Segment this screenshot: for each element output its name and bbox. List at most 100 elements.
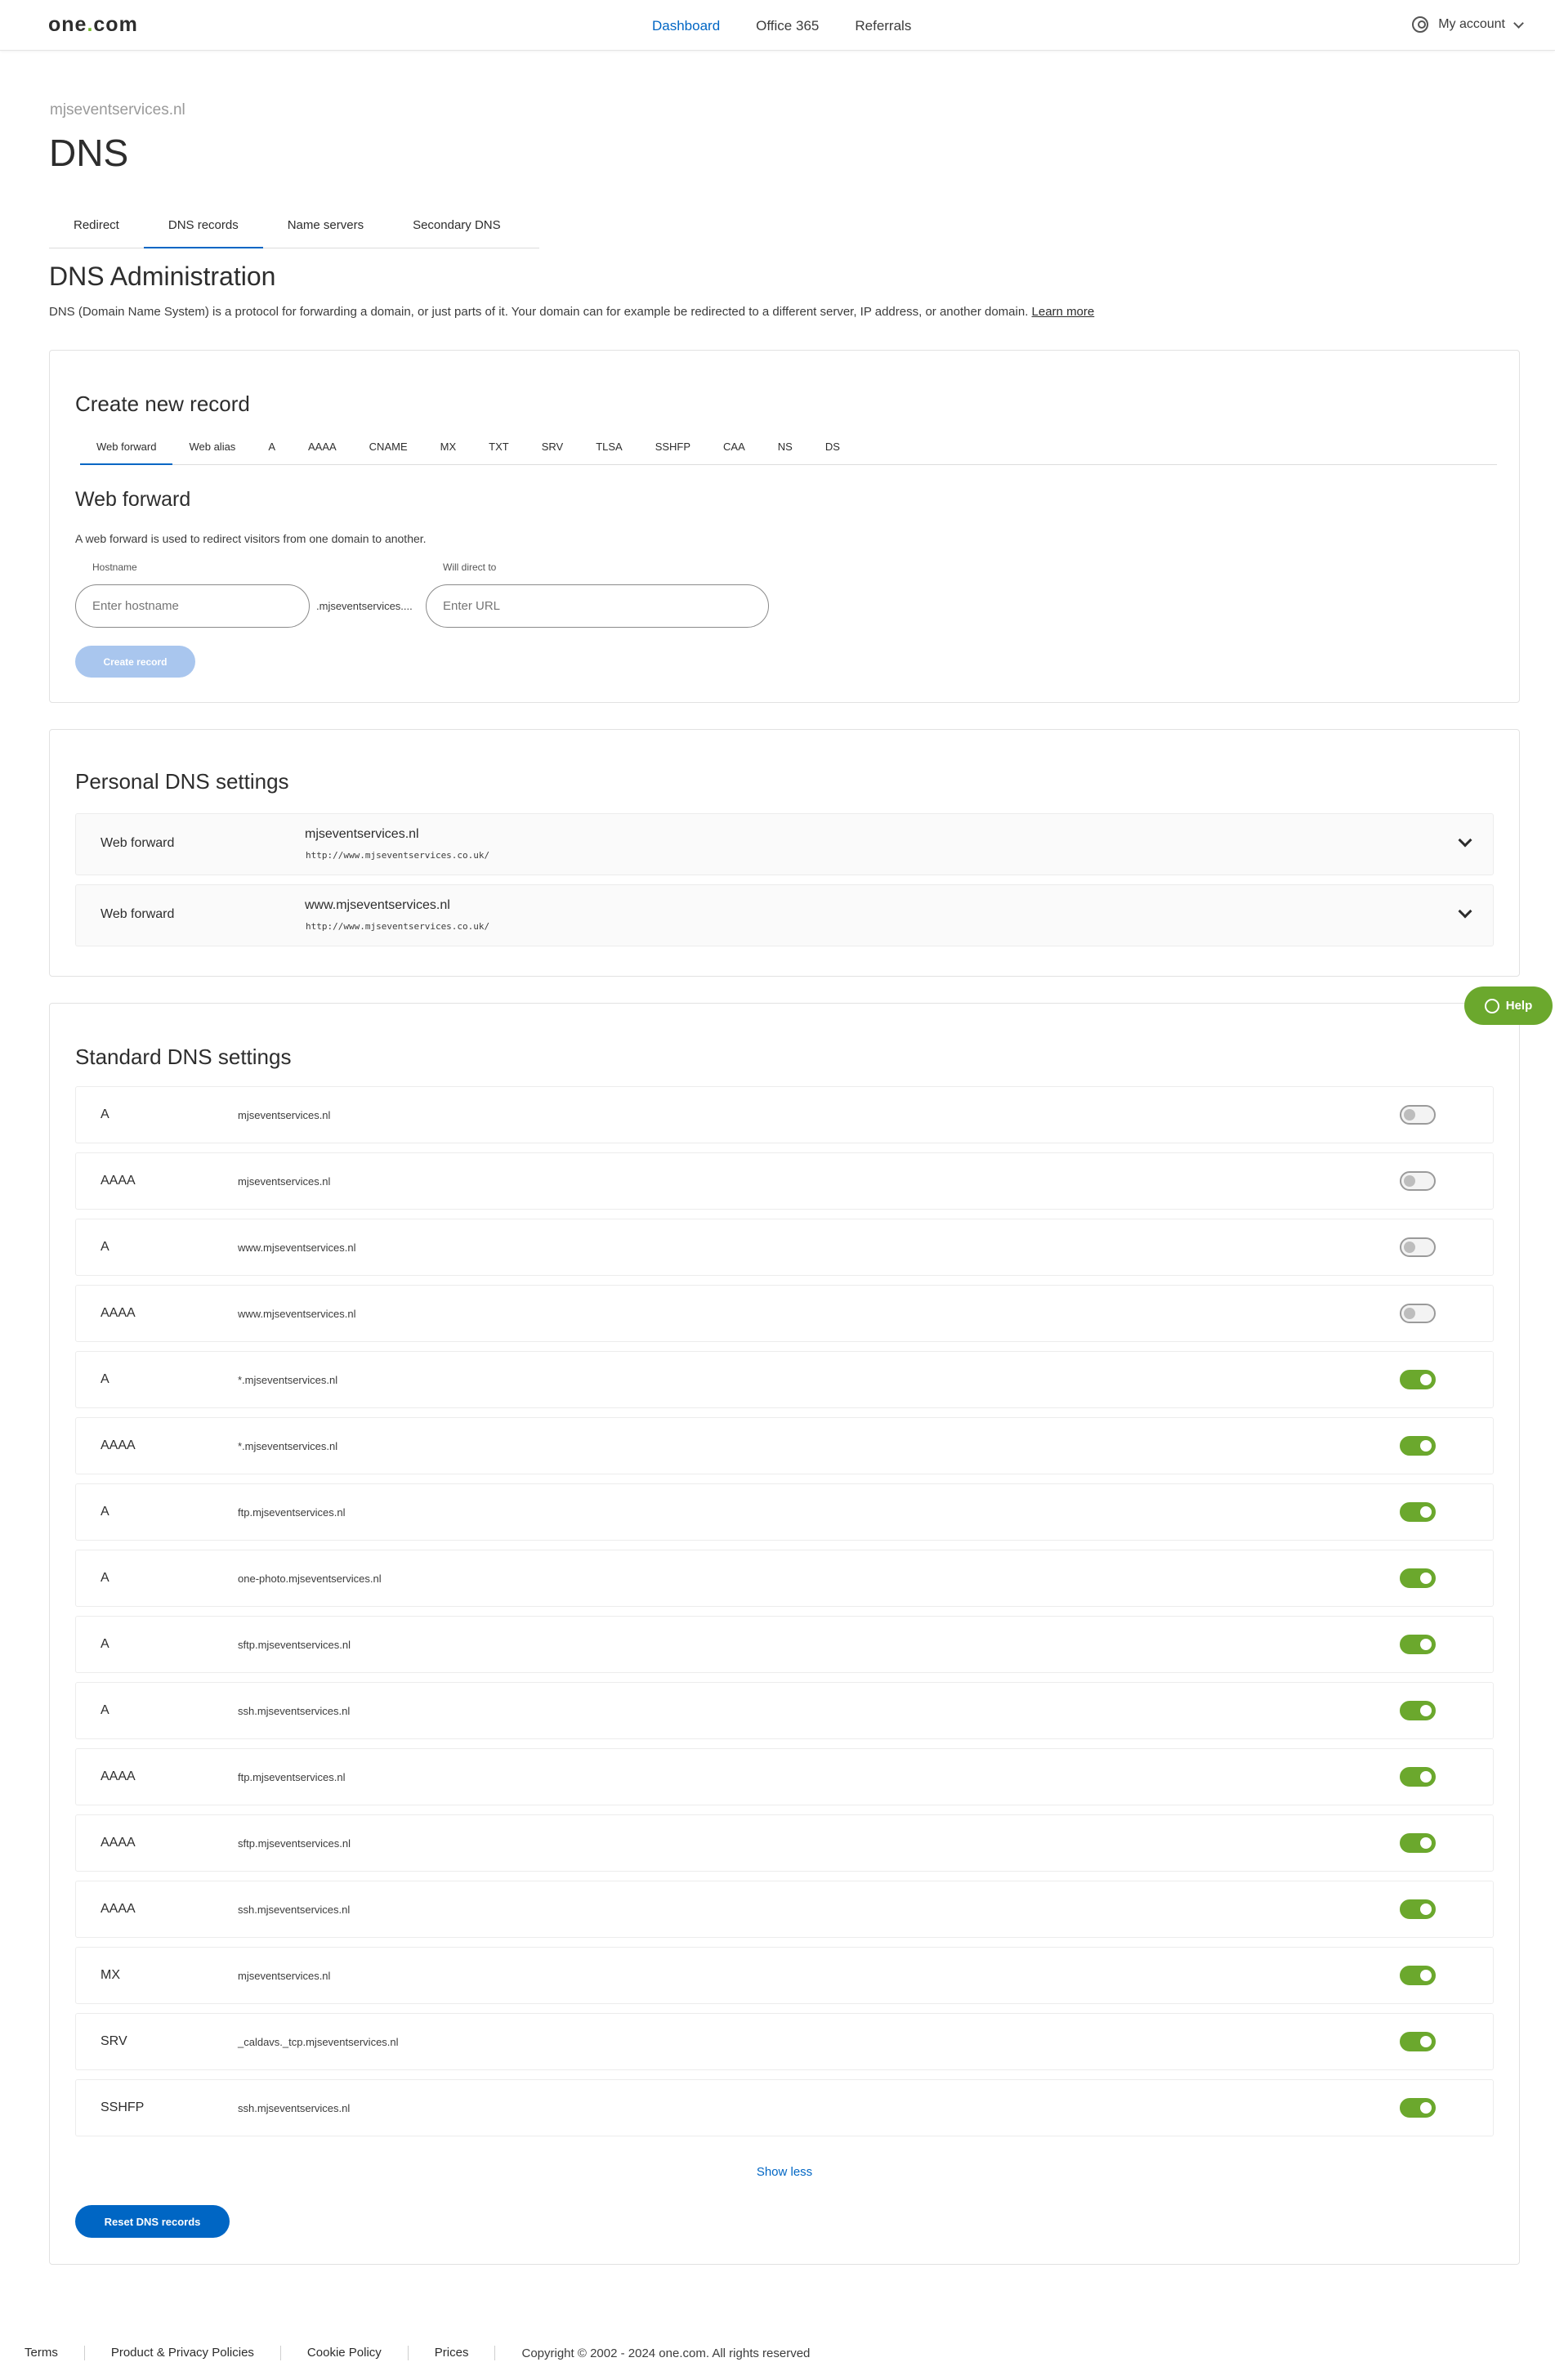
- tab-dns-records[interactable]: DNS records: [143, 209, 263, 248]
- record-type: SSHFP: [101, 2100, 145, 2114]
- will-direct-to-label: Will direct to: [443, 561, 497, 573]
- nav-office-365[interactable]: Office 365: [756, 18, 819, 34]
- standard-dns-row: AAAA ftp.mjseventservices.nl: [75, 1748, 1494, 1805]
- dns-description: DNS (Domain Name System) is a protocol f…: [49, 305, 1094, 319]
- record-type: A: [101, 1372, 109, 1386]
- footer-privacy-policies[interactable]: Product & Privacy Policies: [111, 2346, 281, 2360]
- record-enabled-toggle[interactable]: [1400, 1502, 1436, 1522]
- record-tab-sshfp[interactable]: SSHFP: [639, 432, 707, 464]
- record-host: ftp.mjseventservices.nl: [238, 1506, 346, 1519]
- record-enabled-toggle[interactable]: [1400, 1966, 1436, 1985]
- help-button[interactable]: Help: [1464, 986, 1553, 1025]
- standard-dns-row: Aone-photo.mjseventservices.nl: [75, 1550, 1494, 1607]
- reset-dns-records-button[interactable]: Reset DNS records: [75, 2205, 230, 2238]
- help-label: Help: [1505, 999, 1533, 1013]
- record-tab-ns[interactable]: NS: [762, 432, 809, 464]
- record-type: AAAA: [101, 1902, 136, 1916]
- record-type: Web forward: [101, 836, 175, 850]
- top-bar: one.com Dashboard Office 365 Referrals M…: [0, 0, 1555, 51]
- footer: Terms Product & Privacy Policies Cookie …: [25, 2346, 810, 2360]
- chevron-down-icon[interactable]: [1458, 833, 1472, 848]
- record-host: one-photo.mjseventservices.nl: [238, 1572, 382, 1585]
- record-enabled-toggle[interactable]: [1400, 1237, 1436, 1257]
- record-tab-srv[interactable]: SRV: [525, 432, 580, 464]
- one-com-logo[interactable]: one.com: [48, 13, 138, 37]
- nav-referrals[interactable]: Referrals: [855, 18, 911, 34]
- standard-dns-row: Amjseventservices.nl: [75, 1086, 1494, 1143]
- record-host: mjseventservices.nl: [305, 827, 419, 841]
- tab-secondary-dns[interactable]: Secondary DNS: [388, 209, 525, 248]
- record-type: A: [101, 1505, 109, 1519]
- domain-name: mjseventservices.nl: [50, 101, 185, 119]
- record-tab-caa[interactable]: CAA: [707, 432, 762, 464]
- tab-redirect[interactable]: Redirect: [49, 209, 144, 248]
- record-tab-tlsa[interactable]: TLSA: [579, 432, 639, 464]
- standard-dns-row: SRV _caldavs._tcp.mjseventservices.nl: [75, 2013, 1494, 2070]
- standard-dns-row: AAAA *.mjseventservices.nl: [75, 1417, 1494, 1474]
- record-tab-mx[interactable]: MX: [424, 432, 473, 464]
- nav-dashboard[interactable]: Dashboard: [652, 18, 720, 34]
- main-nav: Dashboard Office 365 Referrals: [652, 18, 911, 34]
- record-type: Web forward: [101, 907, 175, 921]
- tab-name-servers[interactable]: Name servers: [263, 209, 388, 248]
- url-input[interactable]: [426, 584, 769, 628]
- record-enabled-toggle[interactable]: [1400, 1767, 1436, 1787]
- record-enabled-toggle[interactable]: [1400, 1568, 1436, 1588]
- learn-more-link[interactable]: Learn more: [1032, 305, 1095, 319]
- user-icon: [1412, 16, 1429, 33]
- record-tab-web-forward[interactable]: Web forward: [80, 432, 173, 465]
- my-account-menu[interactable]: My account: [1412, 16, 1524, 33]
- record-tab-aaaa[interactable]: AAAA: [292, 432, 353, 464]
- record-enabled-toggle[interactable]: [1400, 1701, 1436, 1720]
- record-host: www.mjseventservices.nl: [238, 1241, 356, 1254]
- standard-dns-row: AAAA mjseventservices.nl: [75, 1152, 1494, 1210]
- record-tab-ds[interactable]: DS: [809, 432, 856, 464]
- record-host: *.mjseventservices.nl: [238, 1440, 338, 1452]
- record-tab-a[interactable]: A: [252, 432, 292, 464]
- record-enabled-toggle[interactable]: [1400, 1635, 1436, 1654]
- dns-tabs: Redirect DNS records Name servers Second…: [49, 209, 539, 248]
- record-enabled-toggle[interactable]: [1400, 2098, 1436, 2118]
- page-title: DNS: [49, 132, 129, 174]
- chat-bubble-icon: [1484, 998, 1499, 1013]
- record-enabled-toggle[interactable]: [1400, 1171, 1436, 1191]
- record-tab-web-alias[interactable]: Web alias: [172, 432, 252, 464]
- standard-dns-row: SSHFP ssh.mjseventservices.nl: [75, 2079, 1494, 2136]
- record-host: sftp.mjseventservices.nl: [238, 1837, 351, 1850]
- standard-dns-row: Awww.mjseventservices.nl: [75, 1219, 1494, 1276]
- hostname-input[interactable]: [75, 584, 310, 628]
- chevron-down-icon[interactable]: [1458, 904, 1472, 919]
- my-account-label: My account: [1438, 17, 1505, 31]
- record-host: _caldavs._tcp.mjseventservices.nl: [238, 2036, 399, 2048]
- record-host: mjseventservices.nl: [238, 1109, 331, 1121]
- create-record-title: Create new record: [75, 391, 250, 416]
- record-tab-txt[interactable]: TXT: [472, 432, 525, 464]
- record-enabled-toggle[interactable]: [1400, 2032, 1436, 2051]
- record-enabled-toggle[interactable]: [1400, 1304, 1436, 1323]
- hostname-label: Hostname: [92, 561, 137, 573]
- create-record-card: Create new record Web forward Web alias A A…: [49, 350, 1520, 703]
- standard-dns-row: AAAA ssh.mjseventservices.nl: [75, 1881, 1494, 1938]
- personal-dns-row[interactable]: Web forward www.mjseventservices.nl http:/…: [75, 884, 1494, 946]
- record-target-url: http://www.mjseventservices.co.uk/: [306, 850, 490, 861]
- record-host: mjseventservices.nl: [238, 1175, 331, 1188]
- record-enabled-toggle[interactable]: [1400, 1899, 1436, 1919]
- record-type: A: [101, 1107, 109, 1121]
- standard-dns-row: Asftp.mjseventservices.nl: [75, 1616, 1494, 1673]
- record-enabled-toggle[interactable]: [1400, 1833, 1436, 1853]
- personal-dns-row[interactable]: Web forward mjseventservices.nl http://www…: [75, 813, 1494, 875]
- record-enabled-toggle[interactable]: [1400, 1370, 1436, 1389]
- standard-dns-row: Aftp.mjseventservices.nl: [75, 1483, 1494, 1541]
- record-enabled-toggle[interactable]: [1400, 1436, 1436, 1456]
- record-enabled-toggle[interactable]: [1400, 1105, 1436, 1125]
- record-tab-cname[interactable]: CNAME: [353, 432, 424, 464]
- record-type: SRV: [101, 2034, 127, 2048]
- footer-prices[interactable]: Prices: [435, 2346, 496, 2360]
- footer-terms[interactable]: Terms: [25, 2346, 85, 2360]
- show-less-text[interactable]: Show less: [757, 2165, 812, 2179]
- create-record-button[interactable]: Create record: [75, 646, 195, 678]
- record-type-tabs: Web forward Web alias A AAAA CNAME MX TXT SRV TL…: [80, 432, 1497, 465]
- chevron-down-icon: [1513, 17, 1524, 29]
- web-forward-title: Web forward: [75, 488, 191, 511]
- footer-cookie-policy[interactable]: Cookie Policy: [307, 2346, 409, 2360]
